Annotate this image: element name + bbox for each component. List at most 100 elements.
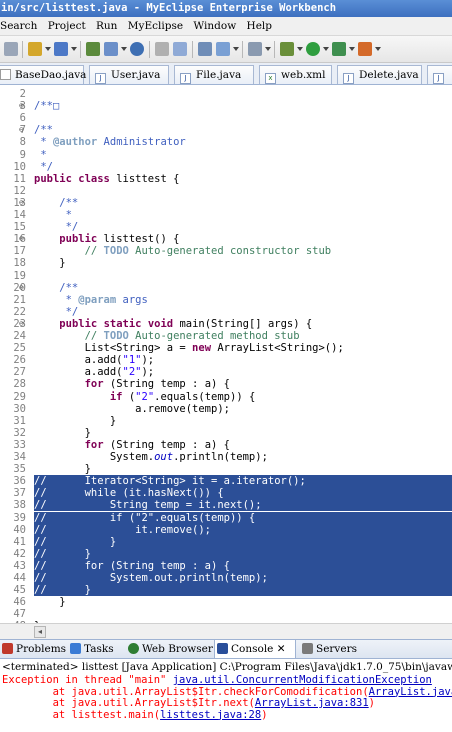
code-line[interactable]: 23 ⊖ public static void main(String[] arg…	[0, 318, 452, 330]
collapse-fold-icon[interactable]: ⊖	[19, 319, 27, 328]
tab-servers[interactable]: Servers	[300, 640, 370, 658]
code-line[interactable]: 26 a.add("1");	[0, 354, 452, 366]
code-line[interactable]: 25 List<String> a = new ArrayList<String…	[0, 342, 452, 354]
chevron-down-icon[interactable]	[349, 47, 355, 51]
code-line[interactable]: 30 a.remove(temp);	[0, 403, 452, 415]
tab-overflow[interactable]: J	[427, 65, 452, 84]
code-line[interactable]: 3 ⊕/**□	[0, 100, 452, 112]
code-line[interactable]: 22 */	[0, 306, 452, 318]
code-line[interactable]: 40 // it.remove();	[0, 524, 452, 536]
code-line[interactable]: 29 if ("2".equals(temp)) {	[0, 391, 452, 403]
tab-problems[interactable]: Problems	[0, 640, 68, 658]
code-line[interactable]: 39 // if ("2".equals(temp)) {	[0, 512, 452, 524]
code-line[interactable]: 14 *	[0, 209, 452, 221]
code-line[interactable]: 35 }	[0, 463, 452, 475]
chevron-down-icon[interactable]	[265, 47, 271, 51]
code-line[interactable]: 31 }	[0, 415, 452, 427]
code-line[interactable]: 24 // TODO Auto-generated method stub	[0, 330, 452, 342]
deploy-icon[interactable]	[86, 42, 100, 56]
code-line[interactable]: 16 ⊖ public listtest() {	[0, 233, 452, 245]
code-line[interactable]: 45 // }	[0, 584, 452, 596]
code-line[interactable]: 20 ⊖ /**	[0, 282, 452, 294]
stack-trace-link[interactable]: ArrayList.java:831	[255, 697, 369, 709]
stack-trace-link[interactable]: ArrayList.java:859	[369, 686, 452, 698]
tab-user[interactable]: J User.java	[89, 65, 169, 84]
link-icon[interactable]	[173, 42, 187, 56]
horizontal-scrollbar[interactable]: ◂	[0, 623, 452, 639]
chevron-down-icon[interactable]	[45, 47, 51, 51]
code-line[interactable]: 8 * @author Administrator	[0, 136, 452, 148]
code-line[interactable]: 42 // }	[0, 548, 452, 560]
new-project-icon[interactable]	[54, 42, 68, 56]
chevron-down-icon[interactable]	[323, 47, 329, 51]
chevron-down-icon[interactable]	[121, 47, 127, 51]
menu-window[interactable]: Window	[193, 17, 236, 35]
collapse-fold-icon[interactable]: ⊖	[19, 283, 27, 292]
code-line[interactable]: 41 // }	[0, 536, 452, 548]
tab-console[interactable]: Console ✕	[214, 640, 296, 658]
collapse-fold-icon[interactable]: ⊖	[19, 235, 27, 243]
code-line[interactable]: 37 // while (it.hasNext()) {	[0, 487, 452, 499]
code-line[interactable]: 12	[0, 185, 452, 197]
expand-fold-icon[interactable]: ⊕	[19, 102, 27, 110]
code-line[interactable]: 15 */	[0, 221, 452, 233]
code-line[interactable]: 36 // Iterator<String> it = a.iterator();	[0, 475, 452, 487]
image-icon[interactable]	[198, 42, 212, 56]
code-line[interactable]: 9 *	[0, 149, 452, 161]
code-line[interactable]: 17 // TODO Auto-generated constructor st…	[0, 245, 452, 257]
code-line[interactable]: 11 public class listtest {	[0, 173, 452, 185]
code-line[interactable]: 13 ⊖ /**	[0, 197, 452, 209]
menu-search[interactable]: Search	[0, 17, 37, 35]
code-line[interactable]: 6	[0, 112, 452, 124]
code-line[interactable]: 47	[0, 608, 452, 620]
code-editor[interactable]: 2 3 ⊕/**□ 6 7 ⊖/** 8 * @author Administrator 9 …	[0, 85, 452, 623]
new-wizard-icon[interactable]	[28, 42, 42, 56]
external-tools-icon[interactable]	[358, 42, 372, 56]
tab-web-xml[interactable]: x web.xml	[259, 65, 332, 84]
collapse-fold-icon[interactable]: ⊖	[19, 126, 27, 134]
code-line[interactable]: 33 for (String temp : a) {	[0, 439, 452, 451]
code-line[interactable]: 38 // String temp = it.next();	[0, 499, 452, 511]
code-line[interactable]: 28 for (String temp : a) {	[0, 378, 452, 390]
browser-icon[interactable]	[130, 42, 144, 56]
coverage-icon[interactable]	[332, 42, 346, 56]
menu-help[interactable]: Help	[247, 17, 272, 35]
tab-tasks[interactable]: Tasks	[68, 640, 126, 658]
code-line[interactable]: 18 }	[0, 257, 452, 269]
stack-trace-link[interactable]: java.util.ConcurrentModificationExceptio…	[173, 674, 432, 686]
chevron-down-icon[interactable]	[375, 47, 381, 51]
code-line[interactable]: 44 // System.out.println(temp);	[0, 572, 452, 584]
collapse-fold-icon[interactable]: ⊖	[19, 198, 27, 207]
save-all-icon[interactable]	[4, 42, 18, 56]
edit-icon[interactable]	[155, 42, 169, 56]
debug-icon[interactable]	[280, 42, 294, 56]
scroll-left-icon[interactable]: ◂	[34, 626, 46, 638]
chevron-down-icon[interactable]	[233, 47, 239, 51]
code-line[interactable]: 46 }	[0, 596, 452, 608]
code-line[interactable]: 7 ⊖/**	[0, 124, 452, 136]
code-line[interactable]: 21 * @param args	[0, 294, 452, 306]
menu-myeclipse[interactable]: MyEclipse	[128, 17, 183, 35]
report-icon[interactable]	[216, 42, 230, 56]
tab-delete[interactable]: J Delete.java	[337, 65, 422, 84]
code-line[interactable]: 34 System.out.println(temp);	[0, 451, 452, 463]
code-line[interactable]: 10 */	[0, 161, 452, 173]
menu-run[interactable]: Run	[96, 17, 117, 35]
tab-file[interactable]: J File.java	[174, 65, 254, 84]
code-line[interactable]: 43 // for (String temp : a) {	[0, 560, 452, 572]
server-icon[interactable]	[104, 42, 118, 56]
code-line[interactable]: 19	[0, 270, 452, 282]
code-line[interactable]: 2	[0, 88, 452, 100]
tab-web-browser[interactable]: Web Browser	[126, 640, 214, 658]
chevron-down-icon[interactable]	[71, 47, 77, 51]
stack-trace-link[interactable]: listtest.java:28	[160, 709, 261, 721]
code-line[interactable]: 27 a.add("2");	[0, 366, 452, 378]
console-output[interactable]: <terminated> listtest [Java Application]…	[0, 659, 452, 732]
terminal-icon[interactable]	[248, 42, 262, 56]
code-line[interactable]: 32 }	[0, 427, 452, 439]
run-icon[interactable]	[306, 42, 320, 56]
chevron-down-icon[interactable]	[297, 47, 303, 51]
close-icon[interactable]	[0, 69, 11, 80]
tab-basedao[interactable]: BaseDao.java	[0, 65, 86, 84]
menu-project[interactable]: Project	[48, 17, 86, 35]
